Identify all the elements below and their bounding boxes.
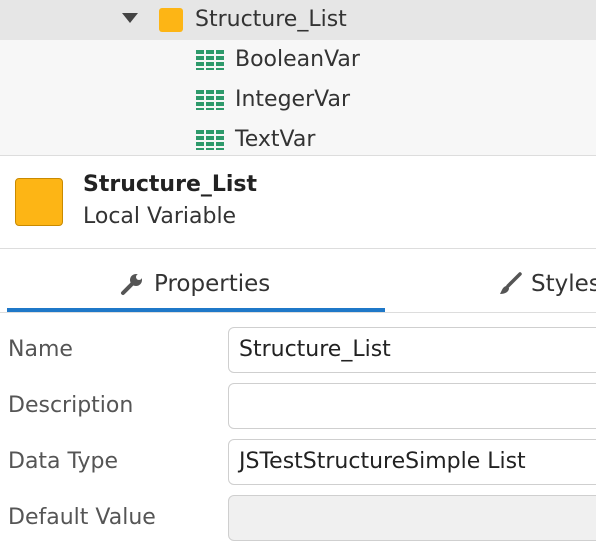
tab-label: Styles xyxy=(531,271,596,297)
tab-properties[interactable]: Properties xyxy=(120,258,270,310)
description-label: Description xyxy=(8,393,134,418)
tree-panel: Structure_List BooleanVar IntegerVar Tex… xyxy=(0,0,596,155)
attribute-icon xyxy=(196,90,226,110)
tree-item-textvar[interactable]: TextVar xyxy=(0,120,596,160)
tab-label: Properties xyxy=(154,271,271,297)
default-value-input xyxy=(228,495,596,541)
tree-item-label: BooleanVar xyxy=(235,47,360,72)
tree-item-structure-list[interactable]: Structure_List xyxy=(0,0,596,40)
tab-styles[interactable]: Styles xyxy=(498,258,596,310)
divider xyxy=(0,248,596,249)
data-type-input[interactable]: JSTestStructureSimple List xyxy=(228,439,596,485)
name-label: Name xyxy=(8,337,73,362)
caret-down-icon[interactable] xyxy=(122,13,138,23)
attribute-icon xyxy=(196,130,226,150)
structure-icon xyxy=(159,8,183,32)
tree-item-label: IntegerVar xyxy=(235,87,351,112)
data-type-label: Data Type xyxy=(8,449,119,474)
description-input[interactable] xyxy=(228,383,596,429)
brush-icon xyxy=(500,272,522,294)
summary-subtitle: Local Variable xyxy=(83,204,237,229)
tree-item-label: Structure_List xyxy=(195,7,347,32)
tree-item-integervar[interactable]: IntegerVar xyxy=(0,80,596,120)
divider xyxy=(0,155,596,156)
structure-icon xyxy=(15,178,63,226)
attribute-icon xyxy=(196,50,226,70)
tree-item-label: TextVar xyxy=(235,127,316,152)
tree-item-booleanvar[interactable]: BooleanVar xyxy=(0,40,596,80)
name-input[interactable]: Structure_List xyxy=(228,327,596,373)
wrench-icon xyxy=(121,274,142,295)
divider xyxy=(0,312,596,313)
summary-title: Structure_List xyxy=(83,172,258,197)
default-value-label: Default Value xyxy=(8,505,156,530)
